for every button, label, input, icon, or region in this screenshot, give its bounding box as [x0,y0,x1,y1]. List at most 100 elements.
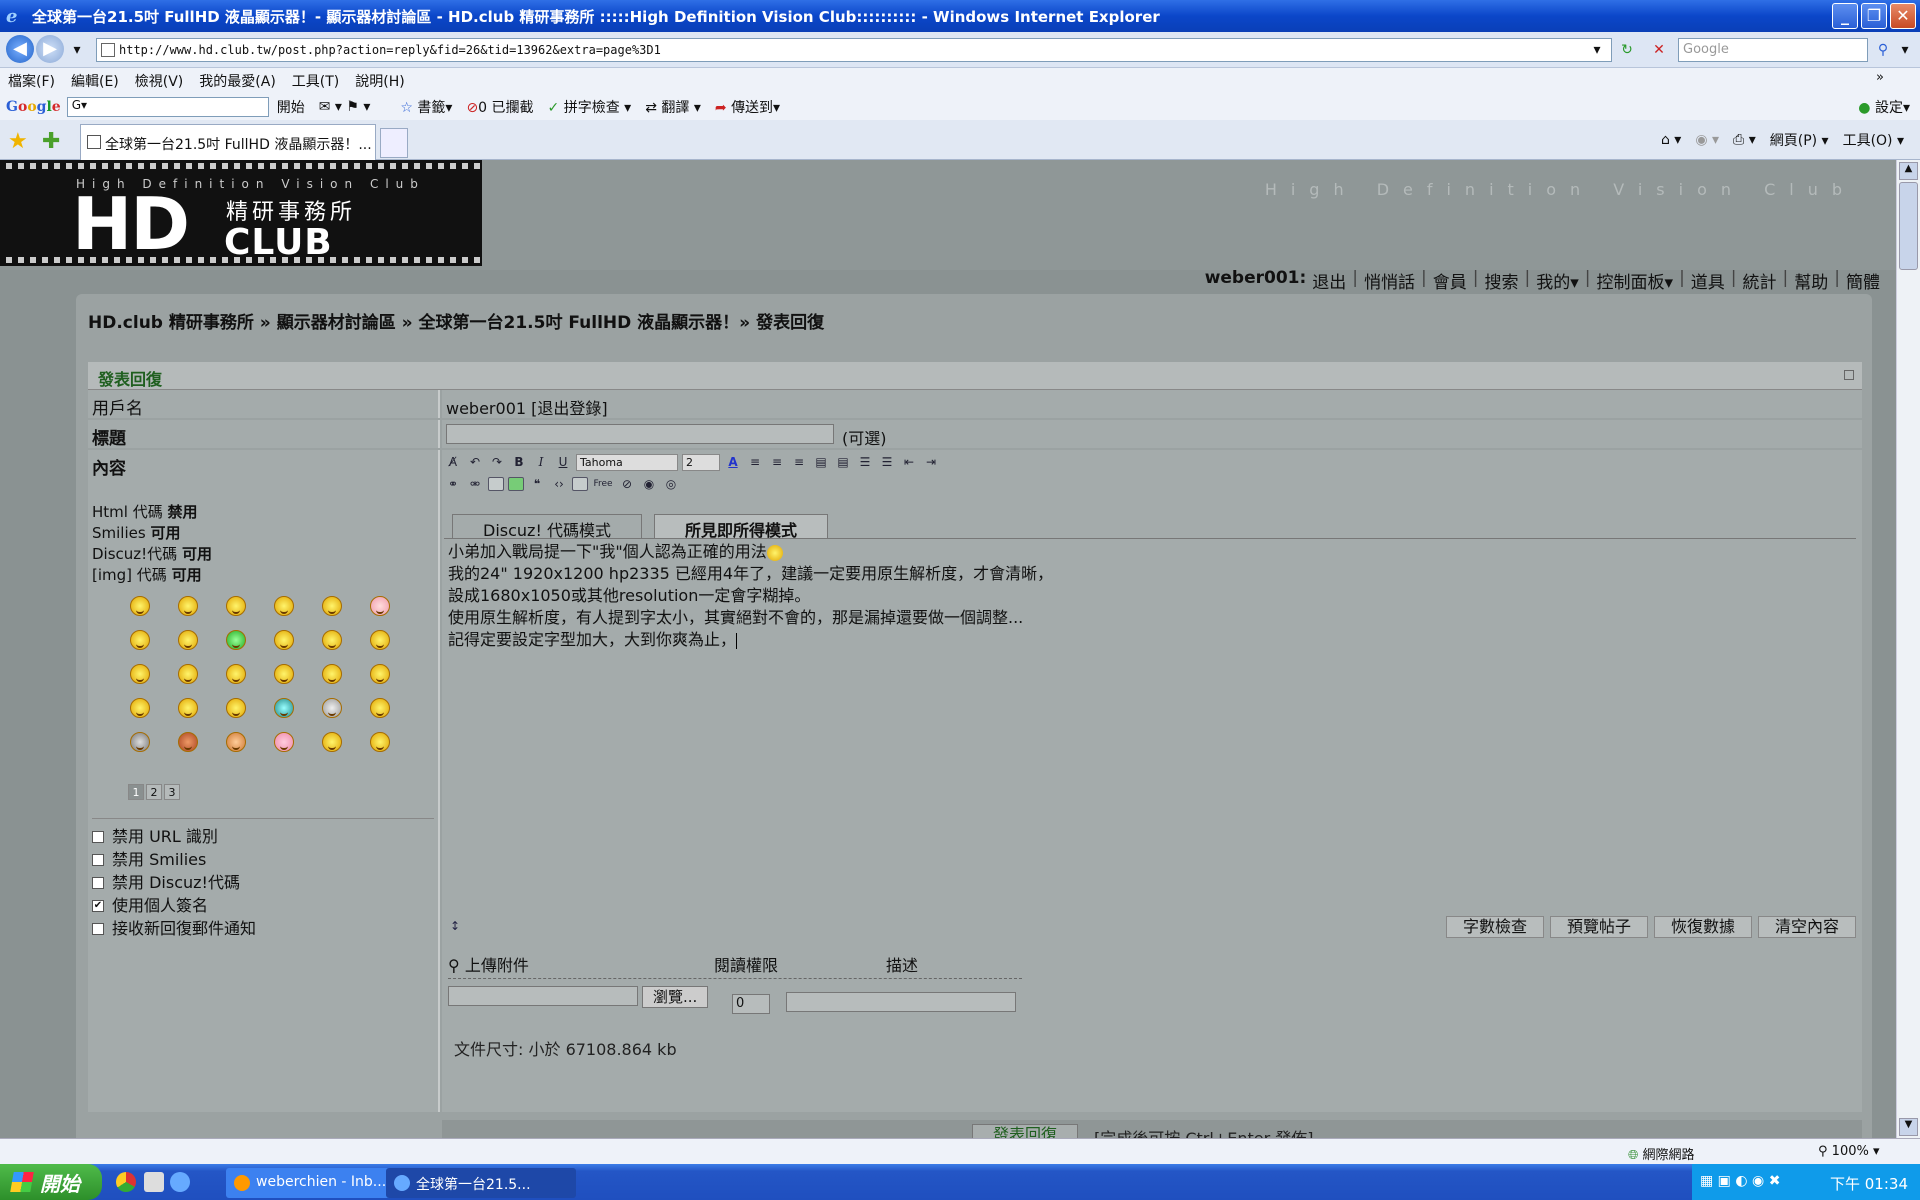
desktop-icon[interactable] [144,1172,164,1192]
browse-button[interactable]: 瀏覽... [642,986,709,1008]
tab-active[interactable]: 全球第一台21.5吋 FullHD 液晶顯示器！... [80,124,376,160]
nav-messages[interactable]: 悄悄話 [1364,268,1415,293]
smiley-icon[interactable] [370,630,390,650]
smiley-icon[interactable] [322,630,342,650]
float-left-icon[interactable]: ▤ [812,453,830,471]
favorites-star-icon[interactable]: ★ [8,129,28,154]
security-zone[interactable]: 🌐︎ 網際網路 [1628,1144,1695,1163]
smiley-icon[interactable] [274,630,294,650]
bold-icon[interactable]: B [510,453,528,471]
option-disable-url[interactable]: 禁用 URL 識別 [92,825,434,848]
smiley-page-2[interactable]: 2 [146,784,162,800]
smiley-icon[interactable] [370,698,390,718]
google-settings[interactable]: ● 設定▾ [1858,97,1910,117]
option-disable-discuz[interactable]: 禁用 Discuz!代碼 [92,871,434,894]
restore-button[interactable]: 恢復數據 [1653,916,1752,938]
username-value[interactable]: weber001 [退出登錄] [442,390,1862,424]
flash-icon[interactable]: ⊘ [618,475,636,493]
free-icon[interactable]: Free [592,475,614,493]
clear-format-icon[interactable]: A̸ [444,453,462,471]
menu-edit[interactable]: 編輯(E) [71,71,119,91]
url-dropdown-icon[interactable]: ▾ [1586,38,1608,62]
float-right-icon[interactable]: ▤ [834,453,852,471]
unlink-icon[interactable]: ⚮ [466,475,484,493]
checkbox[interactable] [92,876,104,889]
nav-members[interactable]: 會員 [1433,268,1467,293]
font-size-select[interactable]: 2 [682,453,720,471]
google-bookmarks[interactable]: ☆ 書籤▾ [400,97,452,117]
checkbox[interactable] [92,922,104,935]
zoom-level[interactable]: ⚲ 100% ▾ [1818,1144,1880,1159]
font-color-icon[interactable]: A [724,453,742,471]
print-icon[interactable]: ⎙ ▾ [1733,132,1756,148]
maximize-button[interactable]: ❐ [1861,3,1887,29]
google-popup-blocker[interactable]: ⊘0 已攔截 [466,97,533,117]
smiley-icon[interactable] [274,732,294,752]
start-button[interactable]: 開始 [0,1164,102,1200]
smiley-icon[interactable] [370,664,390,684]
search-input[interactable]: Google [1678,38,1868,62]
chrome-icon[interactable] [116,1172,136,1192]
url-input[interactable]: http://www.hd.club.tw/post.php?action=re… [96,38,1612,62]
task-browser[interactable]: 全球第一台21.5... [386,1168,576,1198]
tools-menu[interactable]: 工具(O) ▾ [1843,130,1904,150]
preview-button[interactable]: 預覽帖子 [1549,916,1648,938]
menu-view[interactable]: 檢視(V) [135,71,184,91]
smiley-icon[interactable] [178,596,198,616]
editor-body[interactable]: 小弟加入戰局提一下"我"個人認為正確的用法 我的24" 1920x1200 hp… [444,538,1856,912]
submit-reply-button[interactable]: 發表回復 [972,1124,1079,1138]
underline-icon[interactable]: U [554,453,572,471]
search-options-icon[interactable]: ▾ [1894,38,1916,62]
smiley-icon[interactable] [274,596,294,616]
outdent-icon[interactable]: ⇤ [900,453,918,471]
forward-button[interactable]: ▶ [36,35,64,63]
google-spellcheck[interactable]: ✓ 拼字檢查 ▾ [548,97,632,117]
menu-file[interactable]: 檔案(F) [8,71,55,91]
nav-simplified[interactable]: 簡體 [1846,268,1880,293]
title-input[interactable] [446,424,834,444]
smiley-icon[interactable] [226,732,246,752]
refresh-icon[interactable]: ↻ [1616,38,1638,62]
ie-quicklaunch-icon[interactable] [170,1172,190,1192]
code-icon[interactable]: ‹› [550,475,568,493]
collapse-icon[interactable] [1844,370,1854,380]
smiley-icon[interactable] [226,698,246,718]
smiley-icon[interactable] [178,630,198,650]
checkbox[interactable] [92,830,104,843]
nav-search[interactable]: 搜索 [1485,268,1519,293]
media-icon[interactable] [508,477,524,491]
nav-control-panel[interactable]: 控制面板▾ [1597,268,1674,293]
menu-favorites[interactable]: 我的最愛(A) [199,71,276,91]
smiley-icon[interactable] [322,732,342,752]
scroll-up-icon[interactable]: ▲ [1899,162,1918,180]
smiley-icon[interactable] [130,596,150,616]
google-tools-icons[interactable]: ✉ ▾ ⚑ ▾ [319,99,371,115]
word-count-button[interactable]: 字數檢查 [1445,916,1544,938]
smiley-icon[interactable] [370,596,390,616]
checkbox-checked[interactable]: ✔ [92,899,104,912]
add-favorite-icon[interactable]: ✚ [42,129,60,154]
google-translate[interactable]: ⇄ 翻譯 ▾ [645,97,701,117]
align-right-icon[interactable]: ≡ [790,453,808,471]
redo-icon[interactable]: ↷ [488,453,506,471]
smiley-icon[interactable] [370,732,390,752]
google-sendto[interactable]: ➦ 傳送到▾ [715,97,780,117]
option-use-signature[interactable]: ✔ 使用個人簽名 [92,894,434,917]
permission-input[interactable]: 0 [732,994,770,1014]
option-disable-smilies[interactable]: 禁用 Smilies [92,848,434,871]
align-left-icon[interactable]: ≡ [746,453,764,471]
smiley-icon[interactable] [322,698,342,718]
font-select[interactable]: Tahoma [576,453,678,471]
nav-help[interactable]: 幫助 [1794,268,1828,293]
chevron-icon[interactable]: » [1876,70,1884,85]
smiley-icon[interactable] [322,664,342,684]
quote-icon[interactable]: ❝ [528,475,546,493]
scroll-thumb[interactable] [1899,182,1918,270]
search-icon[interactable]: ⚲ [1872,38,1894,62]
smiley-icon[interactable] [322,596,342,616]
image-icon[interactable] [488,477,504,491]
option-email-notify[interactable]: 接收新回復郵件通知 [92,917,434,940]
back-button[interactable]: ◀ [6,35,34,63]
music-icon[interactable]: ◉ [640,475,658,493]
minimize-button[interactable]: _ [1832,3,1858,29]
